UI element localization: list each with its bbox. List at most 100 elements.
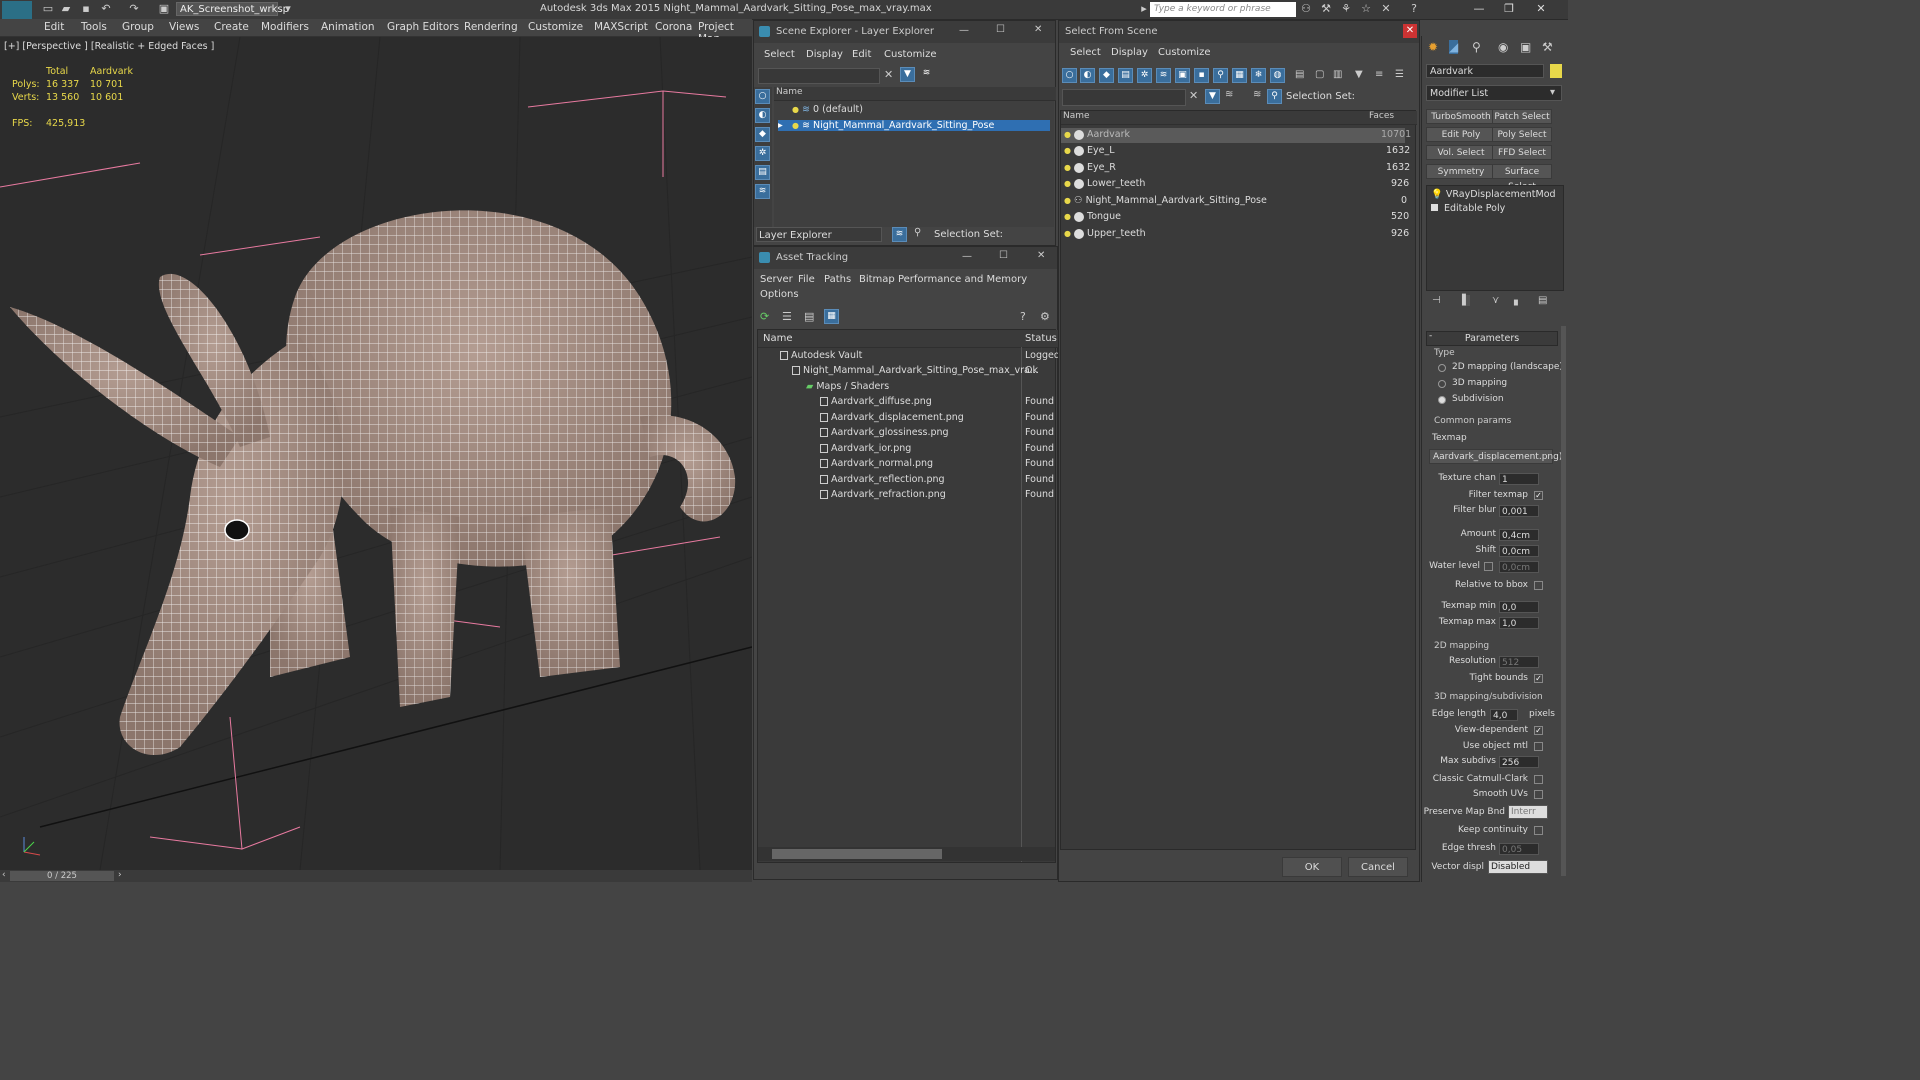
- tree-icon[interactable]: ▤: [804, 310, 814, 323]
- menu-corona[interactable]: Corona: [655, 21, 692, 33]
- display-tab-icon[interactable]: ▣: [1520, 40, 1531, 54]
- close-icon[interactable]: ✕: [1037, 250, 1045, 261]
- display-spacewarps-icon[interactable]: ≋: [1156, 68, 1171, 83]
- light-bulb-icon[interactable]: ●: [1064, 179, 1071, 188]
- modifier-list-select[interactable]: Modifier List: [1426, 85, 1562, 101]
- expand-arrow-icon[interactable]: ▸: [778, 120, 783, 131]
- viewport-label[interactable]: [+] [Perspective ] [Realistic + Edged Fa…: [4, 41, 214, 52]
- object-row-night-mammal[interactable]: ● ⚇ Night_Mammal_Aardvark_Sitting_Pose: [1064, 195, 1267, 206]
- minimize-icon[interactable]: —: [962, 251, 972, 262]
- object-row-tongue[interactable]: ● Tongue: [1064, 211, 1121, 222]
- display-bones-icon[interactable]: ⚲: [1213, 68, 1228, 83]
- menu-group[interactable]: Group: [122, 21, 154, 33]
- filter-blur-input[interactable]: 0,001: [1499, 505, 1539, 517]
- asset-row-refraction[interactable]: Aardvark_refraction.png: [820, 489, 946, 500]
- display-geometry-icon[interactable]: ◐: [755, 108, 770, 123]
- display-helpers-icon[interactable]: ✲: [1137, 68, 1152, 83]
- display-shapes-icon[interactable]: ◐: [1080, 68, 1095, 83]
- display-geometry-icon[interactable]: ○: [1062, 68, 1077, 83]
- minimize-icon[interactable]: —: [959, 25, 969, 36]
- display-xrefs-icon[interactable]: ▪: [1194, 68, 1209, 83]
- chevron-down-icon[interactable]: ▾: [282, 3, 294, 15]
- close-icon[interactable]: ✕: [1034, 24, 1042, 35]
- select-all-icon[interactable]: ▤: [1295, 69, 1304, 80]
- connect-icon[interactable]: ⚘: [1340, 3, 1352, 15]
- ffd-select-button[interactable]: FFD Select: [1492, 145, 1552, 160]
- type-3d-radio[interactable]: [1438, 380, 1446, 388]
- maximize-icon[interactable]: ☐: [996, 24, 1005, 35]
- object-row-aardvark[interactable]: ● Aardvark: [1064, 129, 1130, 140]
- layer-mode-icon[interactable]: ≋: [1253, 89, 1261, 100]
- at-menu-file[interactable]: File: [798, 274, 815, 285]
- close-icon[interactable]: ✕: [1530, 2, 1552, 16]
- filter-icon[interactable]: ▼: [900, 67, 915, 82]
- symmetry-button[interactable]: Symmetry: [1426, 164, 1496, 179]
- stack-item-editable-poly[interactable]: Editable Poly: [1431, 203, 1505, 214]
- menu-animation[interactable]: Animation: [321, 21, 375, 33]
- layer-row-default[interactable]: ● ≋ 0 (default): [792, 104, 863, 115]
- display-cameras-icon[interactable]: ▤: [1118, 68, 1133, 83]
- asset-row-vault[interactable]: Autodesk Vault: [780, 350, 862, 361]
- light-bulb-icon[interactable]: ●: [1064, 212, 1071, 221]
- filter-icon[interactable]: ▼: [1205, 89, 1220, 104]
- light-bulb-icon[interactable]: ●: [1064, 163, 1071, 172]
- water-level-input[interactable]: 0,0cm: [1499, 561, 1539, 573]
- object-row-upper-teeth[interactable]: ● Upper_teeth: [1064, 228, 1146, 239]
- minimize-icon[interactable]: —: [1468, 2, 1490, 16]
- layers-icon[interactable]: ≋: [919, 67, 934, 82]
- view-dependent-checkbox[interactable]: ✓: [1534, 726, 1543, 735]
- select-invert-icon[interactable]: ▥: [1333, 69, 1342, 80]
- configure-modifiers-icon[interactable]: ▤: [1538, 295, 1547, 306]
- preserve-map-select[interactable]: Interr: [1508, 805, 1548, 819]
- chevron-right-icon[interactable]: ›: [118, 870, 122, 880]
- redo-icon[interactable]: ↷: [128, 3, 140, 15]
- texmap-max-input[interactable]: 1,0: [1499, 617, 1539, 629]
- display-cameras-icon[interactable]: ▤: [755, 165, 770, 180]
- maximize-icon[interactable]: ☐: [999, 250, 1008, 261]
- object-row-eye-l[interactable]: ● Eye_L: [1064, 145, 1115, 156]
- edge-length-input[interactable]: 4,0: [1490, 709, 1518, 721]
- light-bulb-icon[interactable]: ●: [1064, 229, 1071, 238]
- options-icon[interactable]: ☰: [1395, 69, 1404, 80]
- time-slider[interactable]: 0 / 225: [10, 871, 114, 881]
- at-menu-server[interactable]: Server: [760, 274, 793, 285]
- maximize-icon[interactable]: ❐: [1498, 2, 1520, 16]
- settings-icon[interactable]: ⚙: [1040, 310, 1050, 323]
- remove-modifier-icon[interactable]: ▗: [1510, 295, 1518, 306]
- vector-displ-select[interactable]: Disabled: [1488, 860, 1548, 874]
- display-shapes-icon[interactable]: ◆: [755, 127, 770, 142]
- water-level-checkbox[interactable]: [1484, 562, 1493, 571]
- binoculars-icon[interactable]: ⚇: [1300, 3, 1312, 15]
- menu-maxscript[interactable]: MAXScript: [594, 21, 648, 33]
- make-unique-icon[interactable]: ⋎: [1492, 295, 1499, 306]
- asset-row-ior[interactable]: Aardvark_ior.png: [820, 443, 911, 454]
- show-end-result-icon[interactable]: ▌: [1462, 295, 1470, 306]
- object-color-swatch[interactable]: [1550, 64, 1562, 78]
- object-row-lower-teeth[interactable]: ● Lower_teeth: [1064, 178, 1145, 189]
- perspective-viewport[interactable]: [+] [Perspective ] [Realistic + Edged Fa…: [0, 37, 752, 870]
- texmap-min-input[interactable]: 0,0: [1499, 601, 1539, 613]
- smooth-uvs-checkbox[interactable]: [1534, 790, 1543, 799]
- project-icon[interactable]: ▣: [158, 3, 170, 15]
- save-icon[interactable]: ▪: [80, 3, 92, 15]
- display-helpers-icon[interactable]: ≋: [755, 184, 770, 199]
- se-column-name[interactable]: Name: [774, 87, 1056, 101]
- object-name-field[interactable]: Aardvark: [1426, 64, 1544, 78]
- asset-row-glossiness[interactable]: Aardvark_glossiness.png: [820, 427, 949, 438]
- layer-mode-icon[interactable]: ≋: [892, 227, 907, 242]
- light-bulb-icon[interactable]: ●: [1064, 146, 1071, 155]
- clear-icon[interactable]: ✕: [884, 68, 893, 81]
- help-icon[interactable]: ?: [1408, 3, 1420, 15]
- texture-chan-input[interactable]: 1: [1499, 473, 1539, 485]
- filter-texmap-checkbox[interactable]: ✓: [1534, 491, 1543, 500]
- menu-modifiers[interactable]: Modifiers: [261, 21, 309, 33]
- star-icon[interactable]: ☆: [1360, 3, 1372, 15]
- display-groups-icon[interactable]: ▣: [1175, 68, 1190, 83]
- vol-select-button[interactable]: Vol. Select: [1426, 145, 1496, 160]
- workspace-select[interactable]: AK_Screenshot_wrksp: [176, 2, 289, 16]
- shift-input[interactable]: 0,0cm: [1499, 545, 1539, 557]
- command-panel-scrollbar[interactable]: [1561, 326, 1566, 876]
- stack-item-vraydisplacement[interactable]: 💡 VRayDisplacementMod: [1431, 189, 1556, 200]
- collapse-icon[interactable]: -: [1429, 331, 1432, 341]
- open-file-icon[interactable]: ▰: [60, 3, 72, 15]
